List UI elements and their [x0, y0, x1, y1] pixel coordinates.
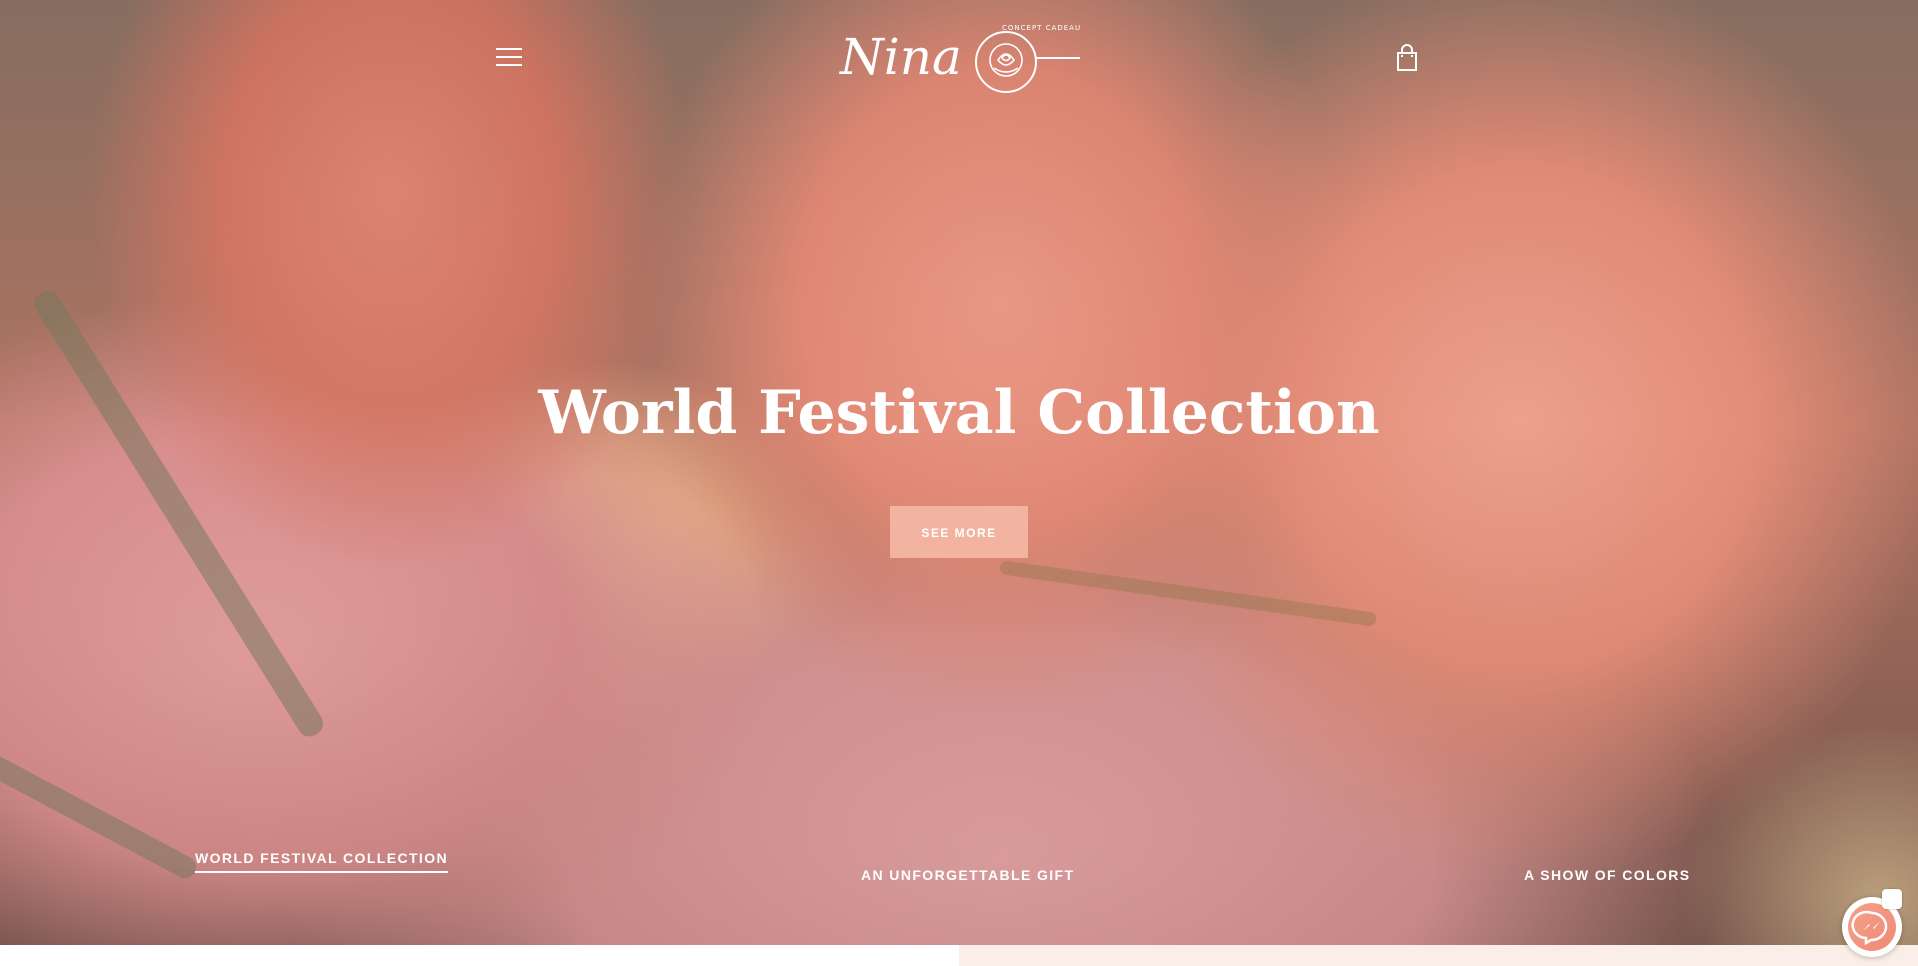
logo-graphic: Nina CONCEPT CADEAU: [839, 24, 1081, 93]
messenger-bolt: [1851, 910, 1888, 946]
hero-overlay: [0, 0, 1918, 945]
messenger-icon: [1848, 903, 1896, 951]
site-header: Nina CONCEPT CADEAU: [0, 0, 1918, 115]
hero-title: World Festival Collection: [538, 378, 1380, 448]
hamburger-menu-icon[interactable]: [496, 46, 524, 68]
see-more-button[interactable]: SEE MORE: [890, 506, 1028, 558]
slide-tab-world-festival-collection[interactable]: WORLD FESTIVAL COLLECTION: [195, 850, 449, 873]
shopping-bag-icon[interactable]: [1394, 44, 1420, 72]
rose-icon: [989, 43, 1023, 77]
hero-banner: [0, 0, 1918, 945]
logo-script: Nina: [839, 28, 962, 86]
slide-tab-a-show-of-colors[interactable]: A SHOW OF COLORS: [1524, 867, 1691, 883]
content-strip-left: [0, 945, 959, 966]
content-strip-right: [959, 945, 1918, 966]
site-logo[interactable]: Nina CONCEPT CADEAU: [836, 18, 1082, 98]
shopping-bag-graphic: [1397, 44, 1417, 71]
logo-ring: [975, 31, 1037, 93]
notification-badge: [1882, 889, 1902, 909]
logo-tagline: CONCEPT CADEAU: [1002, 24, 1081, 32]
slide-tab-an-unforgettable-gift[interactable]: AN UNFORGETTABLE GIFT: [861, 867, 1074, 883]
